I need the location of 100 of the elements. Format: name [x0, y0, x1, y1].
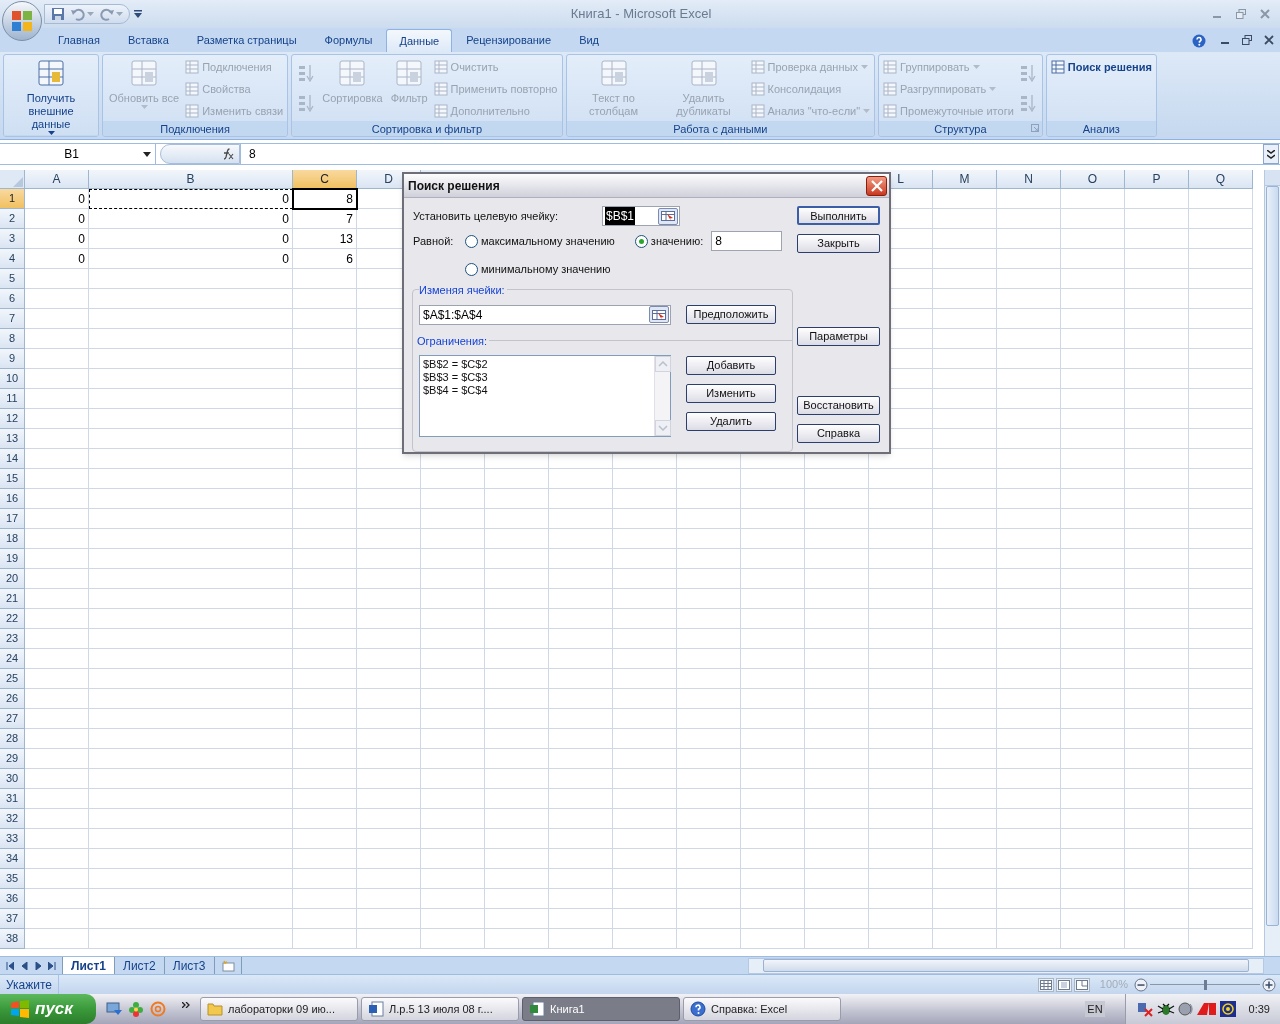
zoom-slider[interactable]	[1150, 977, 1260, 992]
row-header[interactable]: 17	[0, 509, 25, 529]
ribbon-tab[interactable]: Вид	[565, 29, 614, 52]
column-header[interactable]: A	[25, 170, 89, 189]
sheet-tab[interactable]: Лист1	[62, 957, 116, 974]
row-header[interactable]: 20	[0, 569, 25, 589]
dialog-button[interactable]: Параметры	[797, 327, 880, 346]
taskbar-button[interactable]: Книга1	[522, 997, 680, 1021]
table-cell[interactable]: 6	[293, 249, 357, 269]
row-header[interactable]: 33	[0, 829, 25, 849]
column-header[interactable]: M	[933, 170, 997, 189]
restore-button[interactable]	[1240, 33, 1254, 47]
normal-view-button[interactable]	[1037, 977, 1054, 992]
sheet-nav-button[interactable]	[48, 961, 56, 970]
ribbon-tab[interactable]: Разметка страницы	[182, 29, 311, 52]
row-header[interactable]: 23	[0, 629, 25, 649]
row-header[interactable]: 35	[0, 869, 25, 889]
table-cell[interactable]: 0	[25, 229, 89, 249]
language-indicator[interactable]: EN	[1085, 1000, 1105, 1018]
ribbon-button[interactable]: Поиск решения	[1050, 58, 1152, 76]
scroll-thumb[interactable]	[762, 959, 1249, 972]
column-header[interactable]: Q	[1189, 170, 1253, 189]
radio-button[interactable]: максимальному значению	[465, 232, 615, 250]
table-cell[interactable]: 0	[89, 189, 293, 209]
row-header[interactable]: 31	[0, 789, 25, 809]
taskbar-button[interactable]: Справка: Excel	[683, 997, 841, 1021]
column-header[interactable]: O	[1061, 170, 1125, 189]
sheet-nav-button[interactable]	[6, 961, 14, 970]
column-header[interactable]: P	[1125, 170, 1189, 189]
list-item[interactable]: $B$3 = $C$3	[423, 371, 654, 384]
table-cell[interactable]: 8	[293, 189, 357, 209]
table-cell[interactable]: 0	[89, 209, 293, 229]
row-header[interactable]: 19	[0, 549, 25, 569]
zoom-in-button[interactable]	[1262, 977, 1276, 992]
row-header[interactable]: 27	[0, 709, 25, 729]
row-header[interactable]: 14	[0, 449, 25, 469]
radio-button[interactable]: значению:	[634, 232, 704, 250]
slider-thumb[interactable]	[1204, 979, 1207, 990]
close-button[interactable]	[866, 175, 887, 196]
row-header[interactable]: 24	[0, 649, 25, 669]
row-header[interactable]: 34	[0, 849, 25, 869]
constraints-list[interactable]: $B$2 = $C$2 $B$3 = $C$3 $B$4 = $C$4	[419, 355, 671, 437]
ribbon-tab[interactable]: Рецензирование	[452, 29, 566, 52]
dialog-button[interactable]: Закрыть	[797, 234, 880, 253]
dialog-launcher-button[interactable]	[1030, 124, 1039, 132]
save-button[interactable]	[51, 7, 65, 21]
undo-button[interactable]	[71, 7, 94, 21]
customize-toolbar-button[interactable]	[134, 10, 142, 18]
row-header[interactable]: 8	[0, 329, 25, 349]
help-button[interactable]	[1192, 34, 1206, 48]
horizontal-scrollbar[interactable]	[747, 957, 1264, 974]
row-header[interactable]: 7	[0, 309, 25, 329]
sheet-nav-button[interactable]	[34, 961, 42, 970]
dialog-button[interactable]: Выполнить	[797, 206, 880, 225]
row-header[interactable]: 4	[0, 249, 25, 269]
row-header[interactable]: 2	[0, 209, 25, 229]
table-cell[interactable]: 13	[293, 229, 357, 249]
row-header[interactable]: 18	[0, 529, 25, 549]
list-item[interactable]: $B$2 = $C$2	[423, 358, 654, 371]
redo-button[interactable]	[100, 7, 123, 21]
target-cell-field[interactable]: $B$1	[602, 206, 680, 226]
sheet-nav-button[interactable]	[20, 961, 28, 970]
quick-launch-button[interactable]	[106, 1001, 122, 1017]
row-header[interactable]: 32	[0, 809, 25, 829]
office-button[interactable]	[2, 1, 42, 41]
select-all-button[interactable]	[0, 170, 25, 189]
quick-launch-button[interactable]	[150, 1001, 166, 1017]
row-header[interactable]: 15	[0, 469, 25, 489]
column-header[interactable]: B	[89, 170, 293, 189]
dialog-button[interactable]: Восстановить	[797, 396, 880, 415]
ribbon-tab[interactable]: Формулы	[310, 29, 387, 52]
ribbon-tab[interactable]: Данные	[386, 29, 453, 52]
list-scrollbar[interactable]	[654, 356, 670, 436]
row-header[interactable]: 38	[0, 929, 25, 949]
constraint-button[interactable]: Удалить	[686, 412, 776, 431]
row-header[interactable]: 30	[0, 769, 25, 789]
quick-launch-button[interactable]	[128, 1001, 144, 1017]
row-header[interactable]: 22	[0, 609, 25, 629]
ribbon-button[interactable]: Получить внешние данные	[8, 58, 94, 135]
row-header[interactable]: 21	[0, 589, 25, 609]
scroll-arrow-button[interactable]	[1265, 170, 1280, 186]
constraint-button[interactable]: Изменить	[686, 384, 776, 403]
table-cell[interactable]: 0	[89, 249, 293, 269]
row-header[interactable]: 25	[0, 669, 25, 689]
expand-formula-button[interactable]	[1263, 144, 1279, 164]
dialog-button[interactable]: Справка	[797, 424, 880, 443]
row-header[interactable]: 9	[0, 349, 25, 369]
row-header[interactable]: 12	[0, 409, 25, 429]
changing-cells-field[interactable]: $A$1:$A$4	[419, 304, 671, 325]
range-picker-button[interactable]	[658, 207, 678, 225]
zoom-out-button[interactable]	[1134, 977, 1148, 992]
page-break-button[interactable]	[1073, 977, 1090, 992]
table-cell[interactable]: 7	[293, 209, 357, 229]
row-header[interactable]: 6	[0, 289, 25, 309]
row-header[interactable]: 3	[0, 229, 25, 249]
taskbar-button[interactable]: лабораторки 09 ию...	[200, 997, 358, 1021]
range-picker-button[interactable]	[649, 306, 669, 323]
scroll-thumb[interactable]	[1266, 186, 1279, 926]
row-header[interactable]: 1	[0, 189, 25, 209]
row-header[interactable]: 37	[0, 909, 25, 929]
